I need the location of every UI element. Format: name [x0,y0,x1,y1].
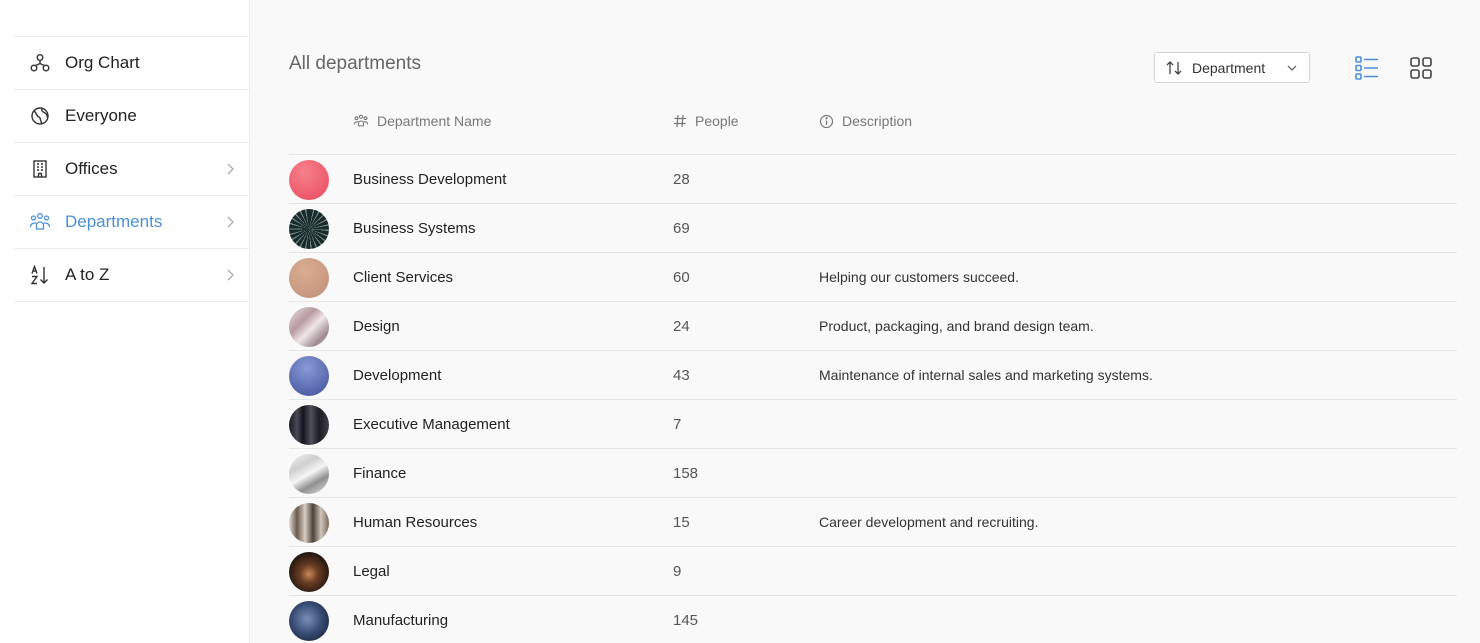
department-people-count: 9 [673,563,682,580]
department-people-count: 158 [673,465,699,482]
department-description: Maintenance of internal sales and market… [819,367,1153,383]
sidebar-item-label: A to Z [65,265,110,284]
sidebar-item-label: Offices [65,159,118,178]
table-row[interactable]: Design 24 Product, packaging, and brand … [289,301,1457,350]
department-people-count: 24 [673,318,690,335]
sidebar-item-label: Everyone [65,106,137,125]
column-header-label: Description [842,113,913,129]
department-people-count: 43 [673,367,690,384]
table-row[interactable]: Development 43 Maintenance of internal s… [289,350,1457,399]
department-avatar [289,307,329,347]
column-header-label: Department Name [377,113,492,129]
department-avatar [289,552,329,592]
department-name: Design [353,318,400,335]
org-chart-icon [29,52,51,74]
sidebar-item-departments[interactable]: Departments [14,196,249,249]
department-avatar [289,503,329,543]
department-description: Product, packaging, and brand design tea… [819,318,1094,334]
list-view-icon[interactable] [1354,55,1380,81]
table-row[interactable]: Manufacturing 145 [289,595,1457,643]
sidebar-nav: Org Chart Everyone Offices Departments A… [14,37,249,302]
sidebar-item-label: Org Chart [65,53,140,72]
chevron-right-icon [227,163,234,175]
globe-icon [29,105,51,127]
info-icon [819,114,834,128]
table-row[interactable]: Business Systems 69 [289,203,1457,252]
column-header-label: People [695,113,739,129]
department-people-count: 7 [673,416,682,433]
department-avatar [289,454,329,494]
department-avatar [289,356,329,396]
department-name: Manufacturing [353,612,449,629]
department-name: Executive Management [353,416,510,433]
department-avatar [289,258,329,298]
department-avatar [289,601,329,641]
table-row[interactable]: Business Development 28 [289,154,1457,203]
grid-view-icon[interactable] [1409,56,1433,80]
department-name: Business Systems [353,220,476,237]
sort-dropdown[interactable]: Department [1154,52,1310,83]
department-avatar [289,405,329,445]
department-name: Development [353,367,442,384]
department-people-count: 28 [673,171,690,188]
table-row[interactable]: Finance 158 [289,448,1457,497]
table-row[interactable]: Client Services 60 Helping our customers… [289,252,1457,301]
department-name: Human Resources [353,514,478,531]
department-avatar [289,209,329,249]
people-group-icon [29,211,51,233]
table-row[interactable]: Executive Management 7 [289,399,1457,448]
column-header-description[interactable]: Description [819,113,912,129]
sidebar-item-a-to-z[interactable]: A to Z [14,249,249,302]
chevron-right-icon [227,269,234,281]
department-name: Finance [353,465,407,482]
page-title: All departments [289,53,422,74]
chevron-right-icon [227,216,234,228]
column-header-people[interactable]: People [673,113,739,129]
sidebar-item-org-chart[interactable]: Org Chart [14,37,249,90]
building-icon [29,158,51,180]
department-people-count: 60 [673,269,690,286]
department-people-count: 69 [673,220,690,237]
department-avatar [289,160,329,200]
column-header-name[interactable]: Department Name [353,113,491,129]
department-people-count: 145 [673,612,699,629]
departments-table: Business Development 28 Business Systems… [289,154,1457,643]
table-row[interactable]: Legal 9 [289,546,1457,595]
sidebar: Org Chart Everyone Offices Departments A… [0,0,250,643]
department-description: Career development and recruiting. [819,514,1039,530]
department-name: Legal [353,563,390,580]
main-content: All departments Department Department Na… [250,0,1480,643]
department-people-count: 15 [673,514,690,531]
chevron-down-icon [1287,65,1297,71]
hash-icon [674,114,686,128]
sort-dropdown-label: Department [1192,59,1266,76]
sort-arrows-icon [1166,60,1182,75]
sidebar-item-offices[interactable]: Offices [14,143,249,196]
department-description: Helping our customers succeed. [819,269,1019,285]
table-row[interactable]: Human Resources 15 Career development an… [289,497,1457,546]
sidebar-item-everyone[interactable]: Everyone [14,90,249,143]
people-group-icon [353,114,369,127]
department-name: Client Services [353,269,454,286]
sort-alpha-icon [29,264,51,286]
sidebar-item-label: Departments [65,212,163,231]
department-name: Business Development [353,171,507,188]
